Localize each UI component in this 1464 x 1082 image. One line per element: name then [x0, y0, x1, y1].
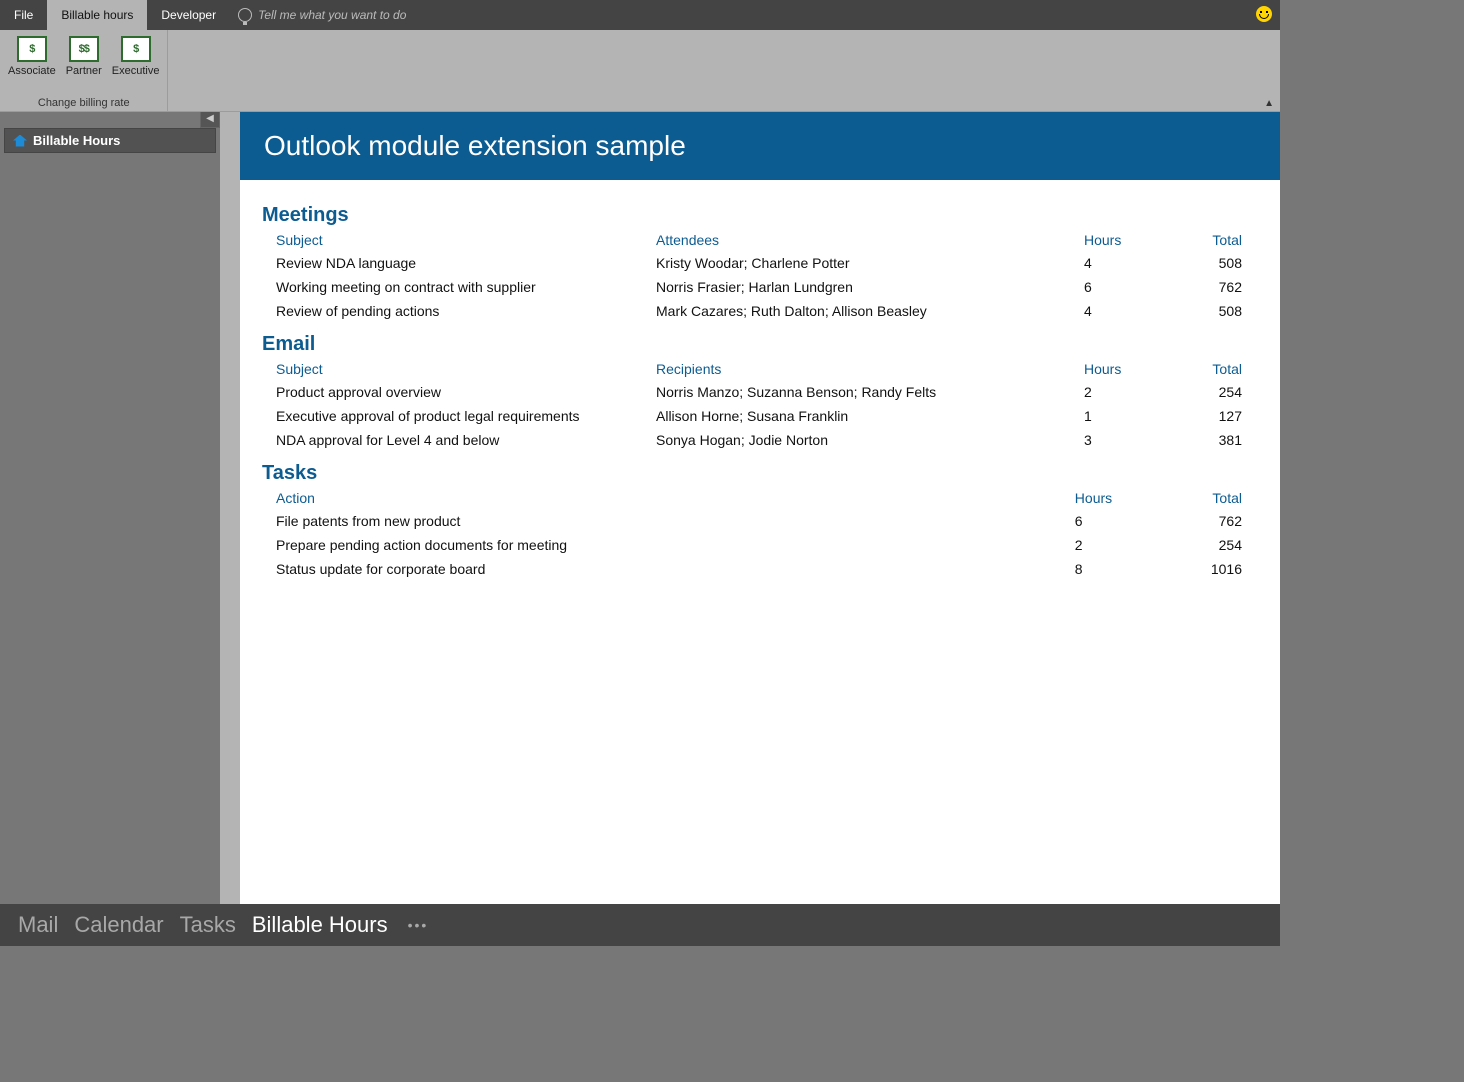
rate-executive-button[interactable]: $ Executive [110, 34, 162, 79]
cell-attendees: Kristy Woodar; Charlene Potter [642, 251, 1070, 275]
cell-total: 127 [1170, 404, 1250, 428]
table-row: Status update for corporate board 8 1016 [262, 557, 1250, 581]
dollar-icon: $ [17, 36, 47, 62]
sidebar-collapse-button[interactable]: ◀ [200, 112, 220, 128]
rate-executive-label: Executive [112, 65, 160, 77]
cell-total: 508 [1170, 299, 1250, 323]
table-row: Product approval overview Norris Manzo; … [262, 380, 1250, 404]
cell-total: 254 [1166, 533, 1250, 557]
dollar-icon: $ [121, 36, 151, 62]
cell-subject: Executive approval of product legal requ… [262, 404, 642, 428]
col-hours: Hours [1070, 229, 1170, 251]
cell-total: 762 [1170, 275, 1250, 299]
rate-partner-button[interactable]: $$ Partner [64, 34, 104, 79]
cell-total: 508 [1170, 251, 1250, 275]
ribbon-group-change-billing-rate: $ Associate $$ Partner $ Executive Chang… [0, 30, 168, 111]
table-row: File patents from new product 6 762 [262, 509, 1250, 533]
cell-recipients: Allison Horne; Susana Franklin [642, 404, 1070, 428]
cell-hours: 6 [1061, 509, 1166, 533]
tab-billable-hours[interactable]: Billable hours [47, 0, 147, 30]
section-title-email: Email [262, 333, 1250, 356]
tell-me-search[interactable]: Tell me what you want to do [238, 0, 406, 30]
cell-recipients: Sonya Hogan; Jodie Norton [642, 428, 1070, 452]
table-header-row: Subject Recipients Hours Total [262, 358, 1250, 380]
cell-hours: 2 [1070, 380, 1170, 404]
nav-tasks[interactable]: Tasks [180, 912, 236, 938]
cell-subject: Product approval overview [262, 380, 642, 404]
lightbulb-icon [238, 8, 252, 22]
nav-mail[interactable]: Mail [18, 912, 58, 938]
col-subject: Subject [262, 229, 642, 251]
table-header-row: Subject Attendees Hours Total [262, 229, 1250, 251]
cell-subject: Review NDA language [262, 251, 642, 275]
rate-associate-label: Associate [8, 65, 56, 77]
ribbon-group-title: Change billing rate [38, 93, 130, 109]
page-title: Outlook module extension sample [240, 112, 1280, 180]
dollar-icon: $$ [69, 36, 99, 62]
feedback-smiley-icon[interactable] [1256, 6, 1272, 22]
col-subject: Subject [262, 358, 642, 380]
table-row: Executive approval of product legal requ… [262, 404, 1250, 428]
cell-total: 1016 [1166, 557, 1250, 581]
cell-hours: 1 [1070, 404, 1170, 428]
rate-associate-button[interactable]: $ Associate [6, 34, 58, 79]
ribbon: $ Associate $$ Partner $ Executive Chang… [0, 30, 1280, 112]
section-title-meetings: Meetings [262, 204, 1250, 227]
cell-hours: 2 [1061, 533, 1166, 557]
module-icon [13, 135, 27, 147]
cell-hours: 3 [1070, 428, 1170, 452]
cell-action: Prepare pending action documents for mee… [262, 533, 1061, 557]
email-table: Subject Recipients Hours Total Product a… [262, 358, 1250, 452]
col-hours: Hours [1061, 487, 1166, 509]
content-pane: Outlook module extension sample Meetings… [240, 112, 1280, 904]
cell-subject: NDA approval for Level 4 and below [262, 428, 642, 452]
table-row: Review NDA language Kristy Woodar; Charl… [262, 251, 1250, 275]
col-hours: Hours [1070, 358, 1170, 380]
tell-me-placeholder: Tell me what you want to do [258, 8, 406, 22]
cell-hours: 8 [1061, 557, 1166, 581]
table-row: NDA approval for Level 4 and below Sonya… [262, 428, 1250, 452]
cell-action: Status update for corporate board [262, 557, 1061, 581]
nav-more-icon[interactable]: ••• [408, 917, 429, 933]
nav-billable-hours[interactable]: Billable Hours [252, 912, 388, 938]
tab-developer[interactable]: Developer [147, 0, 230, 30]
cell-subject: Review of pending actions [262, 299, 642, 323]
col-recipients: Recipients [642, 358, 1070, 380]
cell-hours: 4 [1070, 299, 1170, 323]
cell-attendees: Mark Cazares; Ruth Dalton; Allison Beasl… [642, 299, 1070, 323]
cell-total: 381 [1170, 428, 1250, 452]
col-total: Total [1170, 358, 1250, 380]
ribbon-collapse-button[interactable]: ▲ [1264, 98, 1274, 109]
table-row: Review of pending actions Mark Cazares; … [262, 299, 1250, 323]
cell-hours: 6 [1070, 275, 1170, 299]
section-title-tasks: Tasks [262, 462, 1250, 485]
col-action: Action [262, 487, 1061, 509]
cell-subject: Working meeting on contract with supplie… [262, 275, 642, 299]
nav-calendar[interactable]: Calendar [74, 912, 163, 938]
ribbon-tabbar: File Billable hours Developer Tell me wh… [0, 0, 1280, 30]
sidebar: ◀ Billable Hours [0, 112, 220, 904]
table-header-row: Action Hours Total [262, 487, 1250, 509]
tab-file[interactable]: File [0, 0, 47, 30]
tasks-table: Action Hours Total File patents from new… [262, 487, 1250, 581]
col-total: Total [1170, 229, 1250, 251]
module-nav: Mail Calendar Tasks Billable Hours ••• [0, 904, 1280, 946]
col-attendees: Attendees [642, 229, 1070, 251]
sidebar-item-billable-hours[interactable]: Billable Hours [4, 128, 216, 153]
table-row: Working meeting on contract with supplie… [262, 275, 1250, 299]
table-row: Prepare pending action documents for mee… [262, 533, 1250, 557]
cell-action: File patents from new product [262, 509, 1061, 533]
sidebar-item-label: Billable Hours [33, 133, 120, 148]
cell-recipients: Norris Manzo; Suzanna Benson; Randy Felt… [642, 380, 1070, 404]
cell-hours: 4 [1070, 251, 1170, 275]
cell-total: 762 [1166, 509, 1250, 533]
cell-attendees: Norris Frasier; Harlan Lundgren [642, 275, 1070, 299]
meetings-table: Subject Attendees Hours Total Review NDA… [262, 229, 1250, 323]
col-total: Total [1166, 487, 1250, 509]
rate-partner-label: Partner [66, 65, 102, 77]
cell-total: 254 [1170, 380, 1250, 404]
